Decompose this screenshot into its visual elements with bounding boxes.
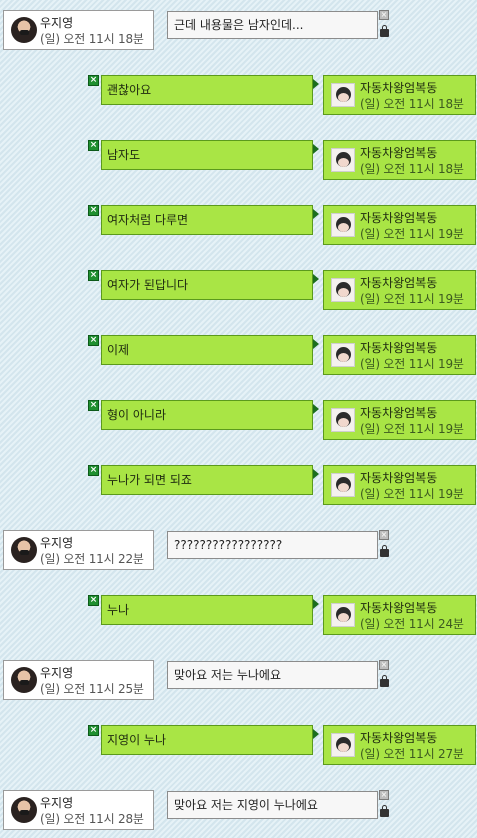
sender-name: 우지영 <box>40 536 74 550</box>
lock-icon[interactable] <box>380 805 389 817</box>
other-avatar-icon <box>331 213 355 237</box>
sender-name: 자동차왕엄복동 <box>360 276 438 290</box>
message-bubble: 누나가 되면 되죠 <box>101 465 313 495</box>
sender-card[interactable]: 자동차왕엄복동 (일) 오전 11시 27분 <box>323 725 476 765</box>
close-icon[interactable]: × <box>88 400 99 411</box>
close-icon[interactable]: × <box>379 660 389 670</box>
sender-card[interactable]: 자동차왕엄복동 (일) 오전 11시 19분 <box>323 270 476 310</box>
close-icon[interactable]: × <box>88 140 99 151</box>
lock-icon[interactable] <box>380 25 389 37</box>
message-bubble: 여자처럼 다루면 <box>101 205 313 235</box>
other-avatar-icon <box>331 83 355 107</box>
message-time: (일) 오전 11시 27분 <box>360 747 464 761</box>
bubble-pointer-icon <box>313 79 319 89</box>
close-icon[interactable]: × <box>88 595 99 606</box>
sender-name: 자동차왕엄복동 <box>360 211 438 225</box>
sender-card[interactable]: 우지영 (일) 오전 11시 18분 <box>3 10 154 50</box>
other-avatar-icon <box>331 473 355 497</box>
sender-name: 자동차왕엄복동 <box>360 81 438 95</box>
bubble-pointer-icon <box>313 209 319 219</box>
bubble-pointer-icon <box>313 144 319 154</box>
message-time: (일) 오전 11시 19분 <box>360 357 464 371</box>
user-avatar-icon <box>11 17 37 43</box>
message-bubble: 근데 내용물은 남자인데... <box>167 11 378 39</box>
bubble-pointer-icon <box>313 469 319 479</box>
message-bubble: 지영이 누나 <box>101 725 313 755</box>
sender-card[interactable]: 자동차왕엄복동 (일) 오전 11시 18분 <box>323 140 476 180</box>
message-time: (일) 오전 11시 28분 <box>40 812 144 826</box>
sender-name: 우지영 <box>40 16 74 30</box>
message-time: (일) 오전 11시 19분 <box>360 292 464 306</box>
close-icon[interactable]: × <box>379 790 389 800</box>
bubble-pointer-icon <box>313 729 319 739</box>
message-time: (일) 오전 11시 25분 <box>40 682 144 696</box>
message-bubble: 괜찮아요 <box>101 75 313 105</box>
sender-card[interactable]: 자동차왕엄복동 (일) 오전 11시 19분 <box>323 205 476 245</box>
message-time: (일) 오전 11시 19분 <box>360 487 464 501</box>
sender-name: 자동차왕엄복동 <box>360 341 438 355</box>
message-time: (일) 오전 11시 24분 <box>360 617 464 631</box>
close-icon[interactable]: × <box>88 75 99 86</box>
other-avatar-icon <box>331 148 355 172</box>
message-time: (일) 오전 11시 19분 <box>360 227 464 241</box>
message-time: (일) 오전 11시 18분 <box>360 162 464 176</box>
message-bubble: 맞아요 저는 지영이 누나에요 <box>167 791 378 819</box>
sender-name: 우지영 <box>40 796 74 810</box>
other-avatar-icon <box>331 408 355 432</box>
other-avatar-icon <box>331 343 355 367</box>
message-bubble: 이제 <box>101 335 313 365</box>
sender-card[interactable]: 자동차왕엄복동 (일) 오전 11시 19분 <box>323 400 476 440</box>
bubble-pointer-icon <box>313 339 319 349</box>
other-avatar-icon <box>331 278 355 302</box>
chat-log: 우지영 (일) 오전 11시 18분 근데 내용물은 남자인데... × × 괜… <box>0 0 477 838</box>
sender-name: 자동차왕엄복동 <box>360 471 438 485</box>
message-bubble: 남자도 <box>101 140 313 170</box>
sender-name: 우지영 <box>40 666 74 680</box>
close-icon[interactable]: × <box>88 465 99 476</box>
bubble-pointer-icon <box>313 599 319 609</box>
close-icon[interactable]: × <box>88 205 99 216</box>
sender-card[interactable]: 우지영 (일) 오전 11시 25분 <box>3 660 154 700</box>
sender-name: 자동차왕엄복동 <box>360 601 438 615</box>
sender-card[interactable]: 자동차왕엄복동 (일) 오전 11시 19분 <box>323 335 476 375</box>
sender-card[interactable]: 우지영 (일) 오전 11시 22분 <box>3 530 154 570</box>
message-bubble: 형이 아니라 <box>101 400 313 430</box>
lock-icon[interactable] <box>380 545 389 557</box>
message-time: (일) 오전 11시 22분 <box>40 552 144 566</box>
user-avatar-icon <box>11 797 37 823</box>
bubble-pointer-icon <box>313 404 319 414</box>
message-bubble: ????????????????? <box>167 531 378 559</box>
other-avatar-icon <box>331 603 355 627</box>
sender-name: 자동차왕엄복동 <box>360 406 438 420</box>
close-icon[interactable]: × <box>88 725 99 736</box>
user-avatar-icon <box>11 667 37 693</box>
message-time: (일) 오전 11시 18분 <box>40 32 144 46</box>
message-time: (일) 오전 11시 18분 <box>360 97 464 111</box>
close-icon[interactable]: × <box>379 530 389 540</box>
other-avatar-icon <box>331 733 355 757</box>
sender-card[interactable]: 자동차왕엄복동 (일) 오전 11시 24분 <box>323 595 476 635</box>
message-bubble: 여자가 된답니다 <box>101 270 313 300</box>
message-time: (일) 오전 11시 19분 <box>360 422 464 436</box>
message-bubble: 누나 <box>101 595 313 625</box>
bubble-pointer-icon <box>313 274 319 284</box>
message-bubble: 맞아요 저는 누나에요 <box>167 661 378 689</box>
sender-card[interactable]: 자동차왕엄복동 (일) 오전 11시 18분 <box>323 75 476 115</box>
close-icon[interactable]: × <box>88 270 99 281</box>
close-icon[interactable]: × <box>88 335 99 346</box>
close-icon[interactable]: × <box>379 10 389 20</box>
sender-name: 자동차왕엄복동 <box>360 146 438 160</box>
sender-card[interactable]: 자동차왕엄복동 (일) 오전 11시 19분 <box>323 465 476 505</box>
sender-card[interactable]: 우지영 (일) 오전 11시 28분 <box>3 790 154 830</box>
lock-icon[interactable] <box>380 675 389 687</box>
user-avatar-icon <box>11 537 37 563</box>
sender-name: 자동차왕엄복동 <box>360 731 438 745</box>
